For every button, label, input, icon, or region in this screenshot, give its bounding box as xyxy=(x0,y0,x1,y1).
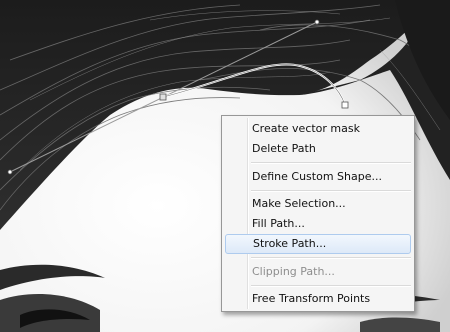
menu-item-free-transform-points[interactable]: Free Transform Points xyxy=(225,289,411,309)
menu-item-fill-path[interactable]: Fill Path... xyxy=(225,214,411,234)
menu-separator xyxy=(251,190,411,192)
path-context-menu: Create vector mask Delete Path Define Cu… xyxy=(221,115,415,312)
menu-separator xyxy=(251,257,411,259)
menu-item-create-vector-mask[interactable]: Create vector mask xyxy=(225,119,411,139)
menu-item-make-selection[interactable]: Make Selection... xyxy=(225,194,411,214)
menu-item-define-custom-shape[interactable]: Define Custom Shape... xyxy=(225,167,411,187)
menu-item-stroke-path[interactable]: Stroke Path... xyxy=(225,234,411,254)
photoshop-canvas[interactable]: Create vector mask Delete Path Define Cu… xyxy=(0,0,450,332)
menu-separator xyxy=(251,285,411,287)
menu-item-clipping-path: Clipping Path... xyxy=(252,265,335,278)
menu-separator xyxy=(251,162,411,164)
menu-item-delete-path[interactable]: Delete Path xyxy=(225,139,411,159)
